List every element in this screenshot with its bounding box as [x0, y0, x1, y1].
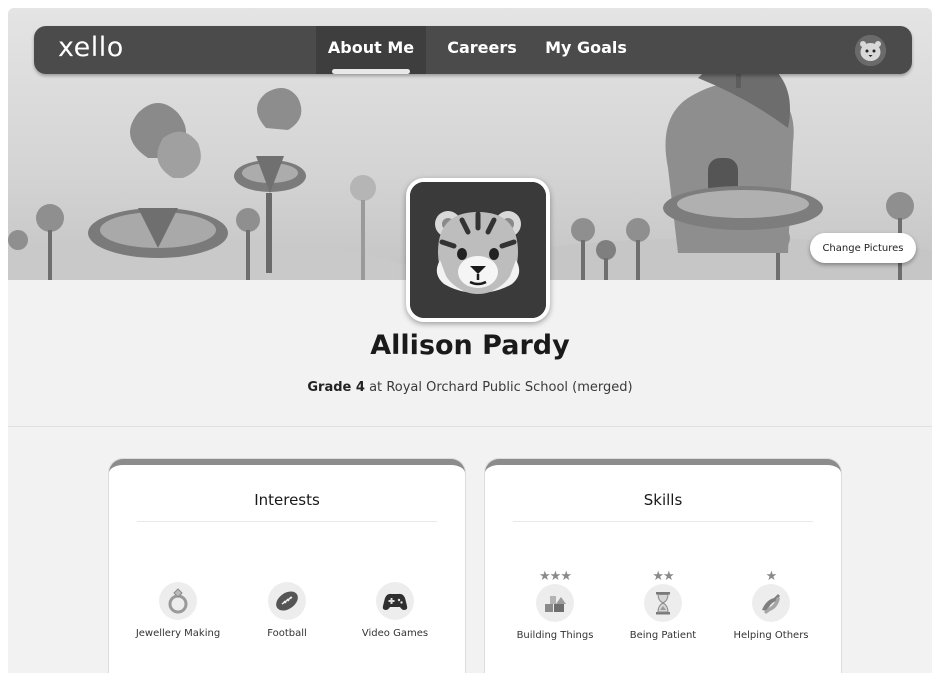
- tab-label: Careers: [447, 38, 517, 57]
- grade-label: Grade 4: [307, 380, 365, 395]
- ring-icon: [159, 582, 197, 620]
- profile-name: Allison Pardy: [370, 330, 570, 361]
- section-divider: [8, 426, 932, 427]
- skill-item-being-patient[interactable]: ★★ Being Patient: [613, 569, 713, 641]
- tab-careers[interactable]: Careers: [434, 26, 530, 74]
- tab-label: My Goals: [545, 38, 627, 57]
- interests-title: Interests: [254, 491, 320, 509]
- skill-label: Helping Others: [733, 630, 809, 641]
- xello-logo[interactable]: xello: [58, 32, 124, 63]
- app-frame: xello About Me Careers My Goals Change P…: [8, 8, 932, 673]
- skill-stars-1: ★: [765, 569, 778, 584]
- skill-stars-2: ★★: [652, 569, 674, 584]
- tiger-icon: [410, 182, 546, 318]
- interests-card[interactable]: Interests Jewellery Making Football Vide…: [109, 459, 465, 673]
- tab-label: About Me: [327, 38, 415, 57]
- school-name: Royal Orchard Public School (merged): [386, 380, 633, 395]
- change-pictures-button[interactable]: Change Pictures: [810, 233, 916, 263]
- user-avatar-button[interactable]: [855, 35, 886, 66]
- skill-stars-3: ★★★: [539, 569, 572, 584]
- interest-item-video-games[interactable]: Video Games: [345, 582, 445, 639]
- profile-avatar[interactable]: [406, 178, 550, 322]
- skills-title: Skills: [643, 491, 683, 509]
- interest-label: Football: [267, 628, 307, 639]
- building-blocks-icon: [536, 584, 574, 622]
- profile-grade-school: Grade 4 at Royal Orchard Public School (…: [8, 380, 932, 395]
- active-tab-indicator: [332, 69, 410, 74]
- tab-about-me[interactable]: About Me: [316, 26, 426, 74]
- skills-card[interactable]: Skills ★★★ Building Things ★★ Being Pati…: [485, 459, 841, 673]
- football-icon: [268, 582, 306, 620]
- at-text: at: [369, 380, 383, 395]
- card-divider: [137, 521, 437, 522]
- skill-item-building-things[interactable]: ★★★ Building Things: [505, 569, 605, 641]
- interest-item-jewellery-making[interactable]: Jewellery Making: [123, 582, 233, 639]
- interest-item-football[interactable]: Football: [237, 582, 337, 639]
- tiger-icon: [855, 35, 886, 66]
- interest-label: Video Games: [361, 628, 429, 639]
- skill-label: Building Things: [516, 630, 594, 641]
- tab-my-goals[interactable]: My Goals: [534, 26, 638, 74]
- hourglass-icon: [644, 584, 682, 622]
- skill-label: Being Patient: [629, 630, 697, 641]
- interest-label: Jewellery Making: [135, 628, 221, 639]
- gamepad-icon: [376, 582, 414, 620]
- skill-item-helping-others[interactable]: ★ Helping Others: [721, 569, 821, 641]
- top-navbar: xello About Me Careers My Goals: [34, 26, 912, 74]
- helping-hands-icon: [752, 584, 790, 622]
- card-divider: [513, 521, 813, 522]
